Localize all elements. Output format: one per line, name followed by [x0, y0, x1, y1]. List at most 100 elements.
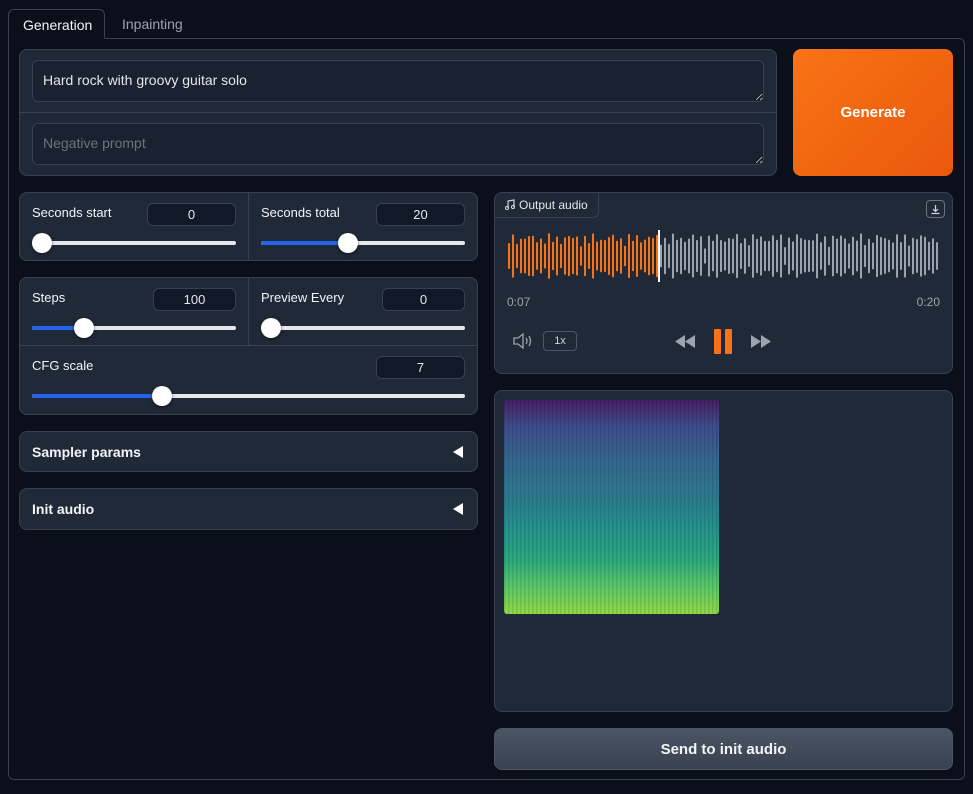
waveform-bar: [876, 234, 878, 278]
accordion-title: Init audio: [32, 501, 95, 517]
generate-button[interactable]: Generate: [793, 49, 953, 176]
waveform-bar: [916, 239, 918, 273]
waveform-bar: [836, 238, 838, 274]
steps-slider[interactable]: [32, 318, 236, 338]
waveform-bar: [620, 238, 622, 274]
seconds-total-label: Seconds total: [261, 205, 340, 220]
waveform-bar: [608, 236, 610, 276]
waveform-bar: [800, 238, 802, 274]
preview-every-slider[interactable]: [261, 318, 465, 338]
waveform-bar: [928, 241, 930, 271]
waveform-bar: [696, 239, 698, 273]
preview-every-input[interactable]: 0: [382, 288, 465, 311]
output-audio-text: Output audio: [519, 198, 588, 212]
preview-every-label: Preview Every: [261, 290, 345, 305]
waveform-bar: [644, 239, 646, 273]
waveform-bar: [688, 238, 690, 274]
slider-thumb[interactable]: [32, 233, 52, 253]
fast-forward-icon[interactable]: [749, 333, 773, 350]
waveform-bar: [912, 237, 914, 275]
waveform-bar: [852, 236, 854, 276]
waveform-bar: [572, 237, 574, 275]
waveform-bar: [828, 246, 830, 266]
seconds-start-slider[interactable]: [32, 233, 236, 253]
waveform-bar: [660, 244, 662, 268]
waveform-bar: [868, 238, 870, 274]
slider-thumb[interactable]: [74, 318, 94, 338]
cfg-scale-slider[interactable]: [32, 386, 465, 406]
waveform-bar: [728, 237, 730, 275]
waveform-bar: [720, 239, 722, 273]
waveform-bar: [588, 242, 590, 270]
waveform-bar: [816, 233, 818, 279]
send-to-init-audio-button[interactable]: Send to init audio: [494, 728, 953, 770]
waveform-bar: [596, 241, 598, 271]
waveform-bar: [640, 242, 642, 270]
waveform-bar: [712, 240, 714, 272]
volume-icon[interactable]: [512, 333, 534, 349]
rewind-icon[interactable]: [673, 333, 697, 350]
seconds-total-input[interactable]: 20: [376, 203, 465, 226]
waveform-bar: [820, 242, 822, 270]
steps-input[interactable]: 100: [153, 288, 236, 311]
waveform-bar: [768, 240, 770, 272]
steps-label: Steps: [32, 290, 66, 305]
waveform-bar: [636, 235, 638, 277]
waveform-bar: [508, 243, 510, 269]
waveform-bar: [524, 238, 526, 274]
waveform-bar: [908, 245, 910, 267]
download-button[interactable]: [926, 200, 945, 218]
sampler-params-accordion[interactable]: Sampler params: [19, 431, 478, 472]
slider-thumb[interactable]: [152, 386, 172, 406]
tab-inpainting[interactable]: Inpainting: [108, 9, 197, 39]
music-note-icon: [504, 199, 516, 211]
slider-thumb[interactable]: [261, 318, 281, 338]
waveform-bar: [804, 239, 806, 273]
slider-fill: [261, 241, 348, 245]
negative-prompt-input[interactable]: [32, 123, 764, 165]
waveform-bar: [760, 236, 762, 276]
pause-icon[interactable]: [713, 329, 733, 354]
init-audio-accordion[interactable]: Init audio: [19, 488, 478, 530]
cfg-scale-input[interactable]: 7: [376, 356, 465, 379]
waveform-bar: [744, 238, 746, 274]
tab-generation[interactable]: Generation: [8, 9, 105, 39]
waveform-bar: [920, 235, 922, 277]
collapse-caret-icon: [453, 503, 463, 515]
waveform-bar: [604, 239, 606, 273]
waveform-bar: [648, 236, 650, 276]
waveform-bar: [680, 237, 682, 275]
waveform-bar: [904, 234, 906, 278]
divider: [248, 278, 249, 345]
waveform-bar: [616, 240, 618, 272]
cfg-scale-label: CFG scale: [32, 358, 94, 373]
waveform-bar: [600, 239, 602, 273]
waveform-bar: [664, 237, 666, 275]
divider: [248, 193, 249, 260]
waveform-bar: [708, 235, 710, 277]
playhead[interactable]: [658, 230, 660, 282]
waveform-bar: [512, 234, 514, 278]
waveform-bar: [808, 239, 810, 273]
output-audio-block: Output audio 0:07 0:20 1x: [494, 192, 953, 374]
waveform-bar: [740, 243, 742, 269]
waveform[interactable]: [507, 230, 939, 282]
seconds-total-slider[interactable]: [261, 233, 465, 253]
seconds-start-input[interactable]: 0: [147, 203, 236, 226]
waveform-bar: [892, 242, 894, 270]
waveform-bar: [560, 243, 562, 269]
waveform-bar: [780, 234, 782, 278]
waveform-bar: [812, 240, 814, 272]
prompt-input[interactable]: Hard rock with groovy guitar solo: [32, 60, 764, 102]
waveform-bar: [692, 234, 694, 278]
waveform-bar: [652, 237, 654, 275]
waveform-bar: [860, 233, 862, 279]
waveform-bar: [880, 236, 882, 276]
duration: 0:20: [916, 295, 940, 309]
playback-speed-button[interactable]: 1x: [543, 331, 577, 351]
waveform-bar: [756, 238, 758, 274]
waveform-bar: [592, 233, 594, 279]
slider-thumb[interactable]: [338, 233, 358, 253]
waveform-bar: [632, 240, 634, 272]
waveform-bar: [564, 237, 566, 275]
